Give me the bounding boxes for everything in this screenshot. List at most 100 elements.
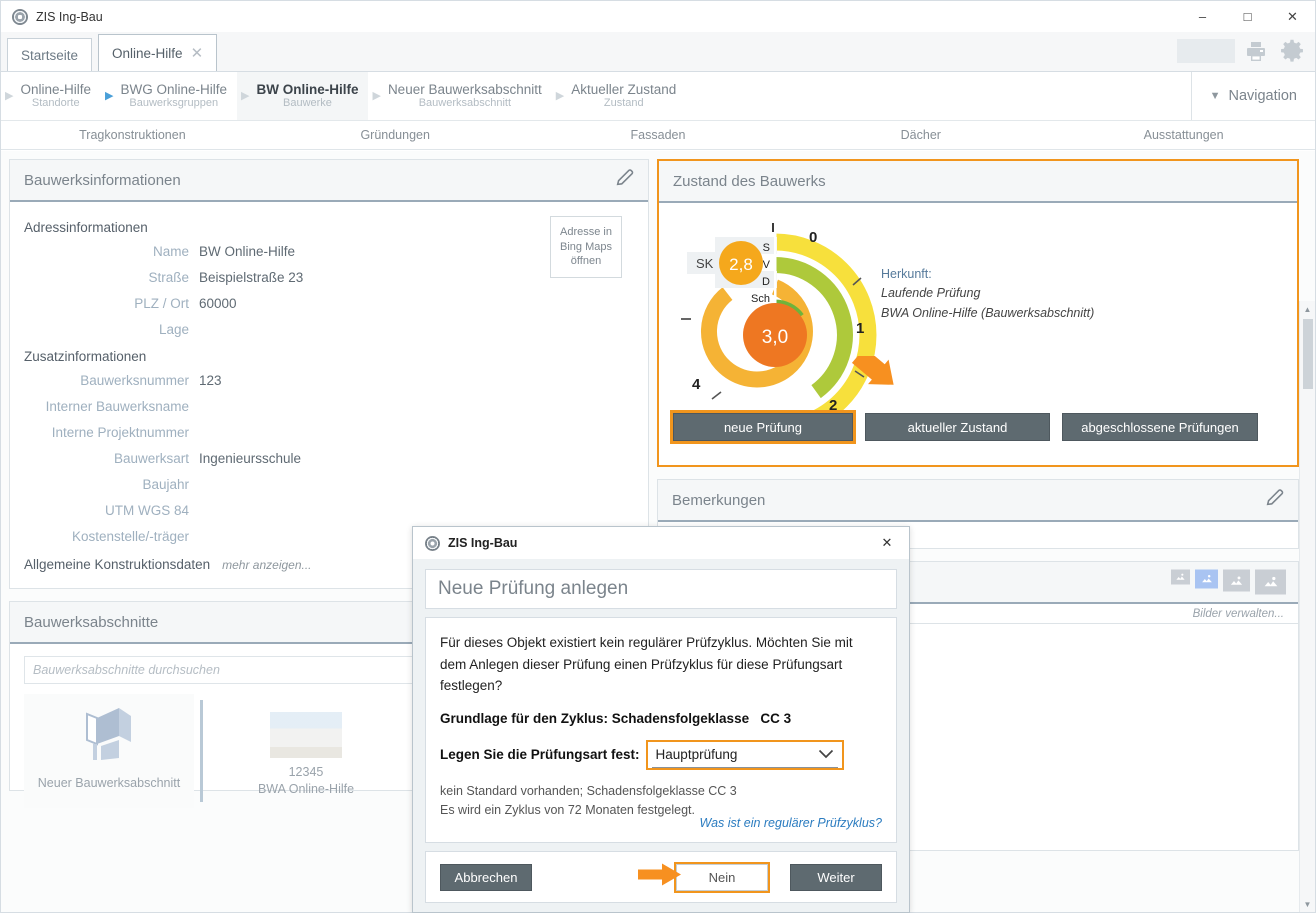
breadcrumb-subtitle: Standorte [32, 97, 80, 110]
card-header: Bauwerksinformationen [10, 160, 648, 202]
info-row-utm-wgs84: UTM WGS 84 [24, 498, 634, 524]
title-bar: ZIS Ing-Bau – □ ✕ [1, 1, 1315, 32]
svg-text:2: 2 [829, 397, 837, 414]
app-logo-icon [425, 536, 440, 551]
image-size-m-icon[interactable] [1223, 570, 1250, 592]
card-title: Zustand des Bauwerks [673, 173, 826, 190]
breadcrumb-item-zustand[interactable]: ▶ Aktueller Zustand Zustand [552, 72, 687, 120]
svg-text:D: D [762, 276, 770, 288]
neue-pruefung-button[interactable]: neue Prüfung [673, 413, 853, 441]
pruefungsart-value: Hauptprüfung [656, 747, 738, 762]
dialog-paragraph: Für dieses Objekt existiert kein regulär… [440, 632, 882, 697]
herkunft-line-2: BWA Online-Hilfe (Bauwerksabschnitt) [881, 304, 1094, 323]
mehr-anzeigen-link[interactable]: mehr anzeigen... [222, 552, 311, 578]
ribbon-strip: Tragkonstruktionen Gründungen Fassaden D… [1, 121, 1315, 150]
ribbon-item-daecher[interactable]: Dächer [789, 121, 1052, 149]
tab-startseite[interactable]: Startseite [7, 38, 92, 71]
ribbon-item-gruendungen[interactable]: Gründungen [264, 121, 527, 149]
row-value: Beispielstraße 23 [199, 265, 303, 291]
breadcrumb-item-standorte[interactable]: ▶ Online-Hilfe Standorte [1, 72, 101, 120]
bing-maps-button[interactable]: Adresse in Bing Maps öffnen [550, 216, 622, 278]
pencil-icon[interactable] [1264, 487, 1286, 514]
cancel-button[interactable]: Abbrechen [440, 864, 532, 891]
scroll-down-icon[interactable]: ▼ [1300, 896, 1315, 912]
list-item-bwa-12345[interactable]: 12345 BWA Online-Hilfe [221, 694, 391, 808]
row-label: Name [24, 239, 199, 265]
card-header: Bemerkungen [658, 480, 1298, 522]
breadcrumb-item-bauwerke[interactable]: ▶ BW Online-Hilfe Bauwerke [237, 72, 368, 120]
orange-arrow-annotation [849, 356, 903, 407]
app-title: ZIS Ing-Bau [36, 10, 103, 24]
dialog-note: kein Standard vorhanden; Schadensfolgekl… [440, 782, 882, 820]
row-value: 60000 [199, 291, 237, 317]
dialog-close-button[interactable]: ✕ [865, 527, 909, 559]
vertical-scrollbar[interactable]: ▲ ▼ [1299, 301, 1315, 912]
aktueller-zustand-button[interactable]: aktueller Zustand [865, 413, 1050, 441]
condition-gauge-chart: 0 1 2 3 4 S V D Sch SK 2,8 [659, 203, 1297, 453]
minimize-button[interactable]: – [1180, 1, 1225, 32]
maximize-button[interactable]: □ [1225, 1, 1270, 32]
nein-button[interactable]: Nein [676, 864, 768, 891]
navigation-dropdown[interactable]: ▼ Navigation [1191, 72, 1315, 120]
chevron-down-icon: ▼ [1210, 90, 1221, 102]
info-row-lage: Lage [24, 317, 634, 343]
group-adressinformationen: Adressinformationen [24, 220, 634, 235]
help-link[interactable]: Was ist ein regulärer Prüfzyklus? [700, 816, 882, 830]
list-divider [200, 700, 203, 802]
row-label: Interner Bauwerksname [24, 394, 199, 420]
ribbon-item-ausstattungen[interactable]: Ausstattungen [1052, 121, 1315, 149]
image-size-s-icon[interactable] [1195, 570, 1218, 589]
row-label: Baujahr [24, 472, 199, 498]
dialog-window-title: ZIS Ing-Bau [448, 536, 517, 550]
ribbon-item-fassaden[interactable]: Fassaden [527, 121, 790, 149]
abgeschlossene-pruefungen-button[interactable]: abgeschlossene Prüfungen [1062, 413, 1258, 441]
pruefungsart-select[interactable]: Hauptprüfung [646, 740, 844, 770]
gear-icon[interactable] [1277, 36, 1307, 66]
list-item-new-bauwerksabschnitt[interactable]: Neuer Bauwerksabschnitt [24, 694, 194, 808]
svg-text:4: 4 [692, 376, 701, 393]
breadcrumb-item-bauwerksgruppen[interactable]: ▶ BWG Online-Hilfe Bauwerksgruppen [101, 72, 237, 120]
zustand-button-row: neue Prüfung aktueller Zustand abgeschlo… [673, 413, 1283, 441]
svg-text:1: 1 [856, 320, 864, 337]
row-label: Straße [24, 265, 199, 291]
row-value: BW Online-Hilfe [199, 239, 295, 265]
svg-text:S: S [763, 242, 770, 254]
close-icon[interactable]: ✕ [191, 44, 204, 62]
printer-icon[interactable] [1241, 36, 1271, 66]
card-title: Bauwerksabschnitte [24, 614, 158, 631]
app-logo-icon [12, 9, 28, 25]
row-label: Kostenstelle/-träger [24, 524, 199, 550]
image-size-l-icon[interactable] [1255, 570, 1286, 595]
svg-text:0: 0 [809, 229, 817, 246]
weiter-button[interactable]: Weiter [790, 864, 882, 891]
breadcrumb-title: BWG Online-Hilfe [120, 82, 227, 98]
pencil-icon[interactable] [614, 167, 636, 194]
image-size-xs-icon[interactable] [1171, 570, 1190, 585]
dialog-basis-row: Grundlage für den Zyklus: Schadensfolgek… [440, 711, 882, 726]
scroll-up-icon[interactable]: ▲ [1300, 301, 1315, 317]
basis-value: CC 3 [760, 711, 791, 726]
breadcrumb-subtitle: Zustand [604, 97, 644, 110]
close-button[interactable]: ✕ [1270, 1, 1315, 32]
row-value: 123 [199, 368, 222, 394]
chevron-right-icon: ▶ [105, 91, 113, 102]
breadcrumb-item-bauwerksabschnitt[interactable]: ▶ Neuer Bauwerksabschnitt Bauwerksabschn… [368, 72, 551, 120]
info-row-strasse: Straße Beispielstraße 23 [24, 265, 634, 291]
tab-label: Startseite [21, 48, 78, 63]
breadcrumb-title: Neuer Bauwerksabschnitt [388, 82, 542, 98]
breadcrumb-title: Aktueller Zustand [571, 82, 676, 98]
dialog-heading: Neue Prüfung anlegen [425, 569, 897, 609]
herkunft-line-1: Laufende Prüfung [881, 284, 1094, 303]
row-label: Bauwerksnummer [24, 368, 199, 394]
svg-text:SK: SK [696, 256, 714, 271]
row-label: PLZ / Ort [24, 291, 199, 317]
thumbnail-image [270, 712, 342, 758]
svg-text:Sch: Sch [751, 293, 770, 305]
breadcrumb: ▶ Online-Hilfe Standorte ▶ BWG Online-Hi… [1, 72, 1315, 121]
scrollbar-thumb[interactable] [1303, 319, 1313, 389]
card-header: Zustand des Bauwerks [659, 161, 1297, 203]
row-label: Bauwerksart [24, 446, 199, 472]
ribbon-item-tragkonstruktionen[interactable]: Tragkonstruktionen [1, 121, 264, 149]
svg-text:V: V [763, 259, 771, 271]
tab-online-hilfe[interactable]: Online-Hilfe ✕ [98, 34, 217, 71]
